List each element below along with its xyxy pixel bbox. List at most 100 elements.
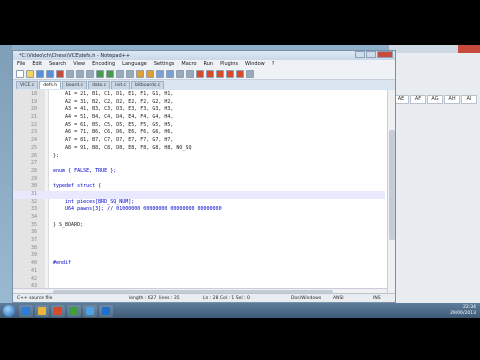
save-macro-icon[interactable] [236, 69, 244, 78]
play-macro-icon[interactable] [216, 69, 224, 78]
code-line[interactable]: 20 A3 = 41, B3, C3, D3, E3, F3, G3, H3, [13, 106, 385, 114]
print-icon[interactable] [66, 69, 74, 78]
media-player-icon[interactable] [51, 304, 65, 317]
line-number: 41 [30, 267, 37, 274]
code-line[interactable]: 33 U64 pawns[3]; // 01000000 00000000 00… [13, 206, 385, 214]
menu-item-window[interactable]: Window [245, 61, 265, 67]
menu-item-macro[interactable]: Macro [181, 61, 196, 67]
cut-icon[interactable] [76, 69, 84, 78]
code-line[interactable]: 30 typedef struct { [13, 183, 385, 191]
column-headers: AE AF AG AH AI [393, 95, 477, 104]
system-tray-clock[interactable]: 22:34 29/06/2013 [450, 305, 476, 316]
code-line[interactable]: 32 int pieces[BRD_SQ_NUM]; [13, 199, 385, 207]
menu-item-file[interactable]: File [17, 61, 25, 67]
tab-VICE-c[interactable]: VICE.c [16, 81, 39, 89]
line-number: 25 [30, 144, 37, 151]
undo-icon[interactable] [106, 69, 114, 78]
explorer-icon[interactable] [19, 304, 33, 317]
status-bar: C++ source file length : 627 lines : 35 … [13, 293, 395, 302]
menu-item-edit[interactable]: Edit [32, 61, 42, 67]
code-line[interactable]: 22 A5 = 61, B5, C5, D5, E5, F5, G5, H5, [13, 122, 385, 130]
code-line[interactable]: 31 [13, 190, 385, 199]
status-position: Ln : 28 Col : 1 Sel : 0 [203, 295, 250, 301]
word-wrap-icon[interactable] [176, 69, 184, 78]
record-macro-icon[interactable] [196, 69, 204, 78]
code-line[interactable]: 19 A2 = 31, B2, C2, D2, E2, F2, G2, H2, [13, 99, 385, 107]
visual-studio-icon[interactable] [83, 304, 97, 317]
indent-guide-icon[interactable] [246, 69, 254, 78]
line-number: 20 [30, 106, 37, 113]
menu-item-settings[interactable]: Settings [154, 61, 175, 67]
close-button[interactable] [377, 51, 393, 58]
code-line[interactable]: 27 [13, 160, 385, 168]
column-header[interactable]: AG [427, 95, 443, 104]
code-line[interactable]: 29 [13, 176, 385, 184]
folder-icon[interactable] [35, 304, 49, 317]
close-file-icon[interactable] [56, 69, 64, 78]
code-line[interactable]: 40 #endif [13, 260, 385, 268]
sync-scroll-icon[interactable] [166, 69, 174, 78]
code-line[interactable]: 18 A1 = 21, B1, C1, D1, E1, F1, G1, H1, [13, 91, 385, 99]
zoom-in-icon[interactable] [146, 69, 154, 78]
code-line[interactable]: 42 [13, 276, 385, 284]
background-spreadsheet-window[interactable]: AE AF AG AH AI [388, 45, 480, 303]
code-line[interactable]: 37 [13, 237, 385, 245]
start-button[interactable] [3, 304, 15, 317]
column-header[interactable]: AI [461, 95, 477, 104]
save-all-icon[interactable] [46, 69, 54, 78]
show-all-chars-icon[interactable] [186, 69, 194, 78]
line-number: 33 [30, 206, 37, 213]
find-icon[interactable] [126, 69, 134, 78]
maximize-button[interactable] [366, 51, 376, 58]
code-line[interactable]: 25 A8 = 91, B8, C8, D8, E8, F8, G8, H8, … [13, 145, 385, 153]
menu-item-language[interactable]: Language [122, 61, 147, 67]
background-close-button[interactable] [458, 45, 480, 53]
column-header[interactable]: AF [410, 95, 426, 104]
stop-macro-icon[interactable] [206, 69, 214, 78]
vertical-scroll-thumb[interactable] [389, 130, 395, 240]
title-bar[interactable]: *C:\Video\ch\Chess\VCE\defs.h - Notepad+… [13, 51, 395, 60]
zoom-out-icon[interactable] [156, 69, 164, 78]
open-file-icon[interactable] [26, 69, 34, 78]
tab-defs-h[interactable]: defs.h [39, 81, 62, 89]
code-line[interactable]: 24 A7 = 81, B7, C7, D7, E7, F7, G7, H7, [13, 137, 385, 145]
code-line[interactable]: 35} S_BOARD; [13, 222, 385, 230]
menu-item-help[interactable]: ? [272, 61, 275, 67]
tab-board-c[interactable]: board.c [62, 81, 88, 89]
column-header[interactable]: AH [444, 95, 460, 104]
code-line[interactable]: 36 [13, 229, 385, 237]
notepad-plus-plus-icon[interactable] [99, 304, 113, 317]
code-line[interactable]: 39 [13, 252, 385, 260]
save-icon[interactable] [36, 69, 44, 78]
line-number: 38 [30, 244, 37, 251]
line-number: 40 [30, 260, 37, 267]
menu-item-plugins[interactable]: Plugins [220, 61, 238, 67]
code-line[interactable]: 34 [13, 214, 385, 222]
menu-item-view[interactable]: View [73, 61, 85, 67]
code-line[interactable]: 21 A4 = 51, B4, C4, D4, E4, F4, G4, H4, [13, 114, 385, 122]
code-line[interactable]: 26}; [13, 153, 385, 161]
line-number: 32 [30, 198, 37, 205]
minimize-button[interactable] [355, 51, 365, 58]
code-editor[interactable]: 18 A1 = 21, B1, C1, D1, E1, F1, G1, H1, 1… [13, 90, 395, 295]
tab-data-c[interactable]: data.c [88, 81, 111, 89]
code-line[interactable]: 23 A6 = 71, B6, C6, D6, E6, F6, G6, H6, [13, 129, 385, 137]
copy-icon[interactable] [86, 69, 94, 78]
code-line[interactable]: 38 [13, 245, 385, 253]
run-macro-icon[interactable] [226, 69, 234, 78]
replace-icon[interactable] [136, 69, 144, 78]
tab-init-c[interactable]: init.c [111, 81, 131, 89]
status-file-type: C++ source file [17, 295, 53, 301]
redo-icon[interactable] [116, 69, 124, 78]
menu-bar: File Edit Search View Encoding Language Settin… [13, 60, 395, 68]
menu-item-run[interactable]: Run [204, 61, 214, 67]
paste-icon[interactable] [96, 69, 104, 78]
vertical-scrollbar[interactable] [387, 90, 395, 295]
tab-bitboards-c[interactable]: bitboards.c [131, 81, 165, 89]
menu-item-search[interactable]: Search [49, 61, 66, 67]
menu-item-encoding[interactable]: Encoding [92, 61, 115, 67]
code-line[interactable]: 41 [13, 268, 385, 276]
code-line[interactable]: 28 enum { FALSE, TRUE }; [13, 168, 385, 176]
excel-icon[interactable] [67, 304, 81, 317]
new-file-icon[interactable] [16, 69, 24, 78]
